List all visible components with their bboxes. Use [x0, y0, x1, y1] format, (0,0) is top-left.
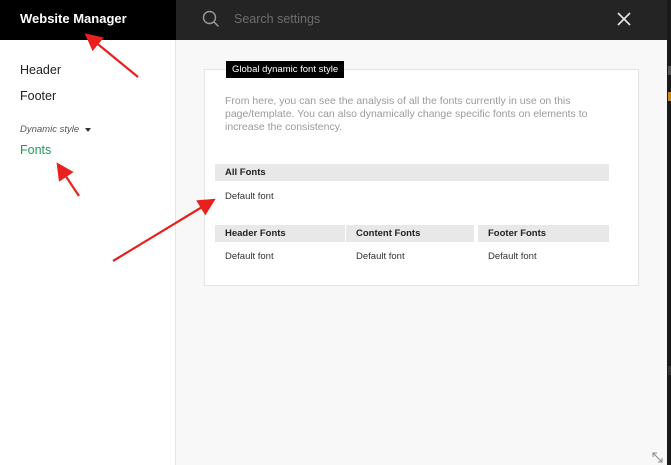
content-fonts-header: Content Fonts [346, 225, 474, 242]
sidebar-group-label: Dynamic style [20, 124, 80, 135]
search-input[interactable] [234, 8, 594, 30]
sidebar-item-footer[interactable]: Footer [20, 89, 56, 103]
sidebar-item-label: Fonts [20, 143, 52, 157]
sidebar: Header Footer Dynamic style Fonts [0, 40, 176, 465]
footer-fonts-value[interactable]: Default font [488, 251, 537, 262]
search-icon [202, 10, 219, 27]
sidebar-group-dynamic-style[interactable]: Dynamic style [20, 124, 92, 135]
all-fonts-value[interactable]: Default font [225, 191, 274, 202]
footer-fonts-header: Footer Fonts [478, 225, 609, 242]
header-fonts-value[interactable]: Default font [225, 251, 274, 262]
all-fonts-header: All Fonts [215, 164, 609, 181]
font-style-card: From here, you can see the analysis of a… [204, 69, 639, 286]
background-page-edge [667, 0, 671, 465]
app-title: Website Manager [20, 11, 127, 26]
sidebar-item-label: Footer [20, 89, 57, 103]
chevron-down-icon [85, 127, 92, 132]
sidebar-item-fonts[interactable]: Fonts [20, 143, 51, 157]
close-icon[interactable] [616, 11, 632, 27]
expand-icon[interactable] [651, 451, 664, 464]
sidebar-item-label: Header [20, 63, 61, 77]
card-description: From here, you can see the analysis of a… [225, 95, 588, 133]
search-bar [176, 0, 667, 40]
sidebar-item-header[interactable]: Header [20, 63, 61, 77]
content-fonts-value[interactable]: Default font [356, 251, 405, 262]
header-fonts-header: Header Fonts [215, 225, 345, 242]
card-tag: Global dynamic font style [226, 61, 345, 78]
app-title-bar: Website Manager [0, 0, 176, 40]
